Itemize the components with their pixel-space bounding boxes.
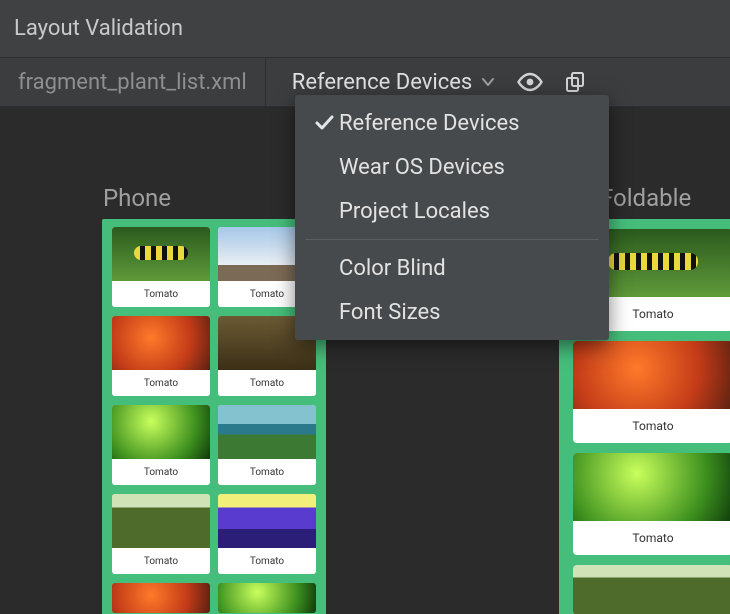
thumbnail — [112, 494, 210, 548]
copy-stack-icon[interactable] — [564, 71, 588, 93]
popup-item-label: Color Blind — [339, 256, 446, 281]
list-item[interactable]: Tomato — [112, 316, 210, 396]
dropdown-label: Reference Devices — [292, 70, 473, 95]
list-item[interactable]: Tomato — [573, 341, 730, 443]
card-caption: Tomato — [112, 370, 210, 396]
card-caption: Tomato — [112, 548, 210, 574]
list-item[interactable]: Tomato — [218, 405, 316, 485]
card-caption: Tomato — [218, 548, 316, 574]
popup-separator — [305, 239, 599, 240]
thumbnail — [218, 583, 316, 613]
popup-item-label: Font Sizes — [339, 300, 440, 325]
card-caption: Tomato — [573, 409, 730, 443]
list-item[interactable]: Tomato — [218, 494, 316, 574]
card-caption: Tomato — [218, 459, 316, 485]
panel-title: Layout Validation — [14, 16, 183, 41]
validation-mode-popup: Reference Devices Wear OS Devices Projec… — [295, 95, 609, 340]
phone-grid: Tomato Tomato Tomato Tomato Tomato Tomat… — [102, 227, 326, 613]
thumbnail — [218, 494, 316, 548]
file-tab[interactable]: fragment_plant_list.xml — [0, 58, 266, 106]
list-item[interactable]: Tomato — [573, 453, 730, 555]
thumbnail — [112, 316, 210, 370]
list-item[interactable] — [112, 583, 210, 613]
thumbnail — [112, 227, 210, 281]
list-item[interactable] — [573, 565, 730, 614]
check-icon — [309, 112, 339, 134]
visibility-icon[interactable] — [516, 72, 544, 92]
list-item[interactable]: Tomato — [112, 405, 210, 485]
thumbnail — [112, 405, 210, 459]
popup-item-font-sizes[interactable]: Font Sizes — [295, 290, 609, 334]
file-name-label: fragment_plant_list.xml — [18, 70, 247, 95]
card-caption: Tomato — [573, 521, 730, 555]
list-item[interactable] — [218, 583, 316, 613]
list-item[interactable]: Tomato — [112, 494, 210, 574]
card-caption: Tomato — [218, 370, 316, 396]
panel-title-bar: Layout Validation — [0, 0, 730, 58]
card-caption: Tomato — [112, 459, 210, 485]
device-label-phone: Phone — [103, 184, 171, 212]
list-item[interactable]: Tomato — [112, 227, 210, 307]
validation-mode-dropdown[interactable]: Reference Devices — [292, 70, 497, 95]
thumbnail — [112, 583, 210, 613]
chevron-down-icon — [480, 74, 496, 90]
device-label-foldable: Foldable — [600, 184, 691, 212]
thumbnail — [573, 565, 730, 614]
popup-item-label: Reference Devices — [339, 111, 520, 136]
thumbnail — [218, 405, 316, 459]
card-caption: Tomato — [112, 281, 210, 307]
popup-item-color-blind[interactable]: Color Blind — [295, 246, 609, 290]
popup-item-label: Wear OS Devices — [339, 155, 505, 180]
popup-item-project-locales[interactable]: Project Locales — [295, 189, 609, 233]
popup-item-label: Project Locales — [339, 199, 490, 224]
popup-item-reference-devices[interactable]: Reference Devices — [295, 101, 609, 145]
thumbnail — [573, 341, 730, 409]
popup-item-wear-os[interactable]: Wear OS Devices — [295, 145, 609, 189]
phone-preview[interactable]: Tomato Tomato Tomato Tomato Tomato Tomat… — [102, 219, 326, 614]
thumbnail — [573, 453, 730, 521]
